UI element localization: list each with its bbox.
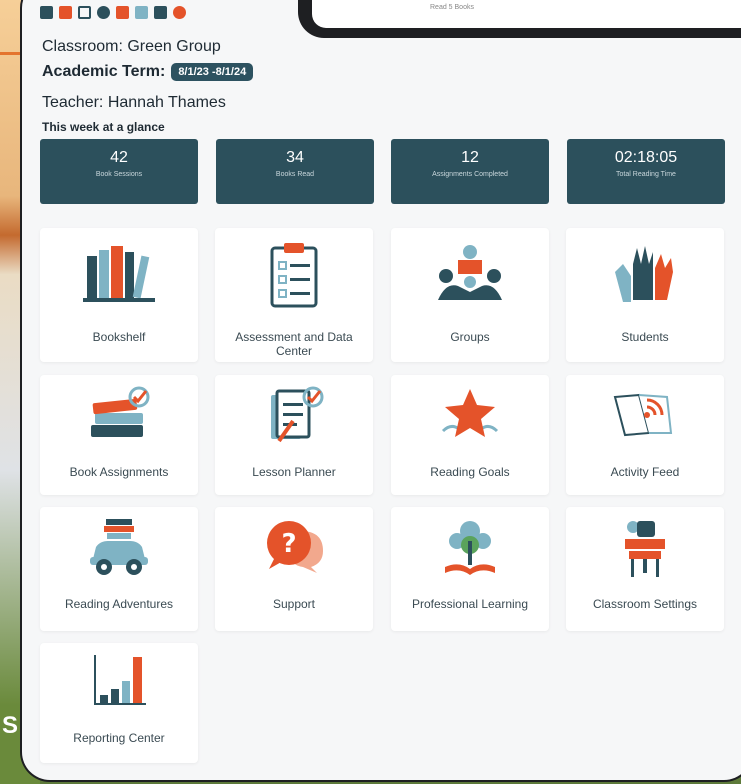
planner-mini-icon[interactable] [154, 6, 167, 19]
tile-students[interactable]: Students [566, 228, 724, 362]
tile-reading-adventures[interactable]: Reading Adventures [40, 507, 198, 631]
week-heading: This week at a glance [42, 120, 165, 134]
stat-value: 42 [110, 149, 128, 166]
stat-value: 34 [286, 149, 304, 166]
chart-icon[interactable] [59, 6, 72, 19]
star-icon [391, 385, 549, 441]
tile-groups[interactable]: Groups [391, 228, 549, 362]
stat-value: 02:18:05 [614, 149, 678, 166]
planner-check-icon [215, 385, 373, 443]
teacher-label: Teacher: Hannah Thames [42, 94, 226, 111]
tile-assessment-data-center[interactable]: Assessment and Data Center [215, 228, 373, 362]
stat-books-read: 34 Books Read [216, 139, 374, 204]
tile-bookshelf[interactable]: Bookshelf [40, 228, 198, 362]
stat-label: Assignments Completed [432, 171, 508, 178]
question-bubble-icon: ? [215, 517, 373, 575]
car-books-icon [40, 517, 198, 579]
tile-label: Assessment and Data Center [235, 330, 353, 358]
tile-label: Activity Feed [610, 465, 680, 479]
group-reading-icon [391, 242, 549, 304]
term-label: Academic Term: [42, 63, 166, 80]
hands-mini-icon[interactable] [116, 6, 129, 19]
tile-activity-feed[interactable]: Activity Feed [566, 375, 724, 495]
stat-label: Books Read [275, 171, 315, 178]
tile-label: Students [621, 330, 669, 344]
classroom-label: Classroom: Green Group [42, 38, 221, 55]
tile-book-assignments[interactable]: Book Assignments [40, 375, 198, 495]
tile-label: Professional Learning [411, 597, 529, 611]
background-letter: S [2, 712, 19, 739]
academic-term: Academic Term: 8/1/23 -8/1/24 [42, 63, 254, 81]
tile-label: Reading Goals [430, 465, 510, 479]
book-icon[interactable] [40, 6, 53, 19]
tile-classroom-settings[interactable]: Classroom Settings [566, 507, 724, 631]
tile-label: Reading Adventures [64, 597, 174, 611]
tablet-screen [312, 0, 741, 28]
book-stack-check-icon [40, 385, 198, 441]
tile-lesson-planner[interactable]: Lesson Planner [215, 375, 373, 495]
tile-label: Bookshelf [92, 330, 146, 344]
stat-assignments-completed: 12 Assignments Completed [391, 139, 549, 204]
help-mini-icon[interactable] [173, 6, 186, 19]
svg-text:?: ? [281, 529, 296, 559]
clipboard-mini-icon[interactable] [78, 6, 91, 19]
tile-label: Groups [450, 330, 490, 344]
desk-chair-icon [566, 517, 724, 581]
tile-reporting-center[interactable]: Reporting Center [40, 643, 198, 763]
tile-label: Support [272, 597, 316, 611]
group-mini-icon[interactable] [97, 6, 110, 19]
tile-support[interactable]: ? Support [215, 507, 373, 631]
tile-professional-learning[interactable]: Professional Learning [391, 507, 549, 631]
tablet-caption: Read 5 Books [430, 4, 474, 11]
tile-reading-goals[interactable]: Reading Goals [391, 375, 549, 495]
stat-label: Book Sessions [95, 171, 143, 178]
stat-book-sessions: 42 Book Sessions [40, 139, 198, 204]
term-badge[interactable]: 8/1/23 -8/1/24 [171, 63, 254, 81]
bar-chart-icon [40, 651, 198, 711]
tile-label: Classroom Settings [592, 597, 698, 611]
stat-total-reading-time: 02:18:05 Total Reading Time [567, 139, 725, 204]
bookshelf-icon [40, 242, 198, 302]
tree-book-icon [391, 517, 549, 579]
top-icon-bar [40, 6, 186, 19]
clipboard-icon [215, 242, 373, 308]
tile-label: Reporting Center [73, 731, 165, 745]
stat-label: Total Reading Time [616, 171, 676, 178]
stat-value: 12 [461, 149, 479, 166]
book-broadcast-icon [566, 385, 724, 441]
tile-label: Lesson Planner [252, 465, 336, 479]
tile-label: Book Assignments [69, 465, 169, 479]
books-mini-icon[interactable] [135, 6, 148, 19]
raised-hands-icon [566, 242, 724, 304]
